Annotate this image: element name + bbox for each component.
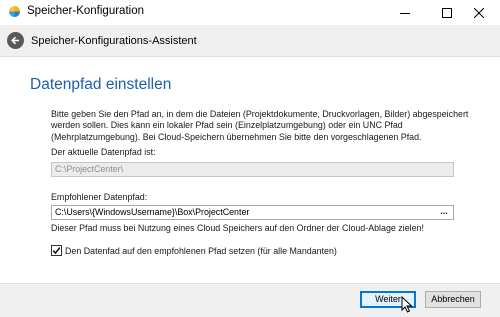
description-text: Bitte geben Sie den Pfad an, in dem die … <box>51 109 469 142</box>
wizard-window: Speicher-Konfiguration Speicher-Konfigur… <box>0 0 500 317</box>
minimize-button[interactable] <box>384 0 426 25</box>
close-button[interactable] <box>458 0 500 25</box>
set-path-checkbox-label[interactable]: Den Datenfad auf den empfohlenen Pfad se… <box>65 246 337 256</box>
back-arrow-icon <box>11 36 19 45</box>
current-path-label: Der aktuelle Datenpfad ist: <box>51 147 156 157</box>
close-icon <box>474 7 484 18</box>
cloud-hint-text: Dieser Pfad muss bei Nutzung eines Cloud… <box>51 223 424 233</box>
recommended-path-label: Empfohlener Datenpfad: <box>51 192 148 202</box>
recommended-path-input[interactable]: C:\Users\{WindowsUsername}\Box\ProjectCe… <box>51 205 454 220</box>
recommended-path-value: C:\Users\{WindowsUsername}\Box\ProjectCe… <box>55 207 250 217</box>
current-path-field: C:\ProjectCenter\ <box>51 162 454 177</box>
back-button[interactable] <box>7 32 24 49</box>
cancel-button[interactable]: Abbrechen <box>425 291 481 308</box>
minimize-icon <box>400 12 410 14</box>
set-path-checkbox[interactable] <box>51 245 62 256</box>
checkmark-icon <box>52 247 61 255</box>
title-bar: Speicher-Konfiguration <box>0 0 500 25</box>
window-title: Speicher-Konfiguration <box>27 5 144 17</box>
app-logo-icon <box>9 6 20 17</box>
wizard-header: Speicher-Konfigurations-Assistent <box>0 25 500 57</box>
maximize-icon <box>442 7 452 18</box>
browse-button[interactable]: ... <box>437 206 451 219</box>
page-title: Datenpfad einstellen <box>30 76 172 93</box>
wizard-title: Speicher-Konfigurations-Assistent <box>31 35 197 47</box>
mouse-cursor-icon <box>401 296 413 313</box>
